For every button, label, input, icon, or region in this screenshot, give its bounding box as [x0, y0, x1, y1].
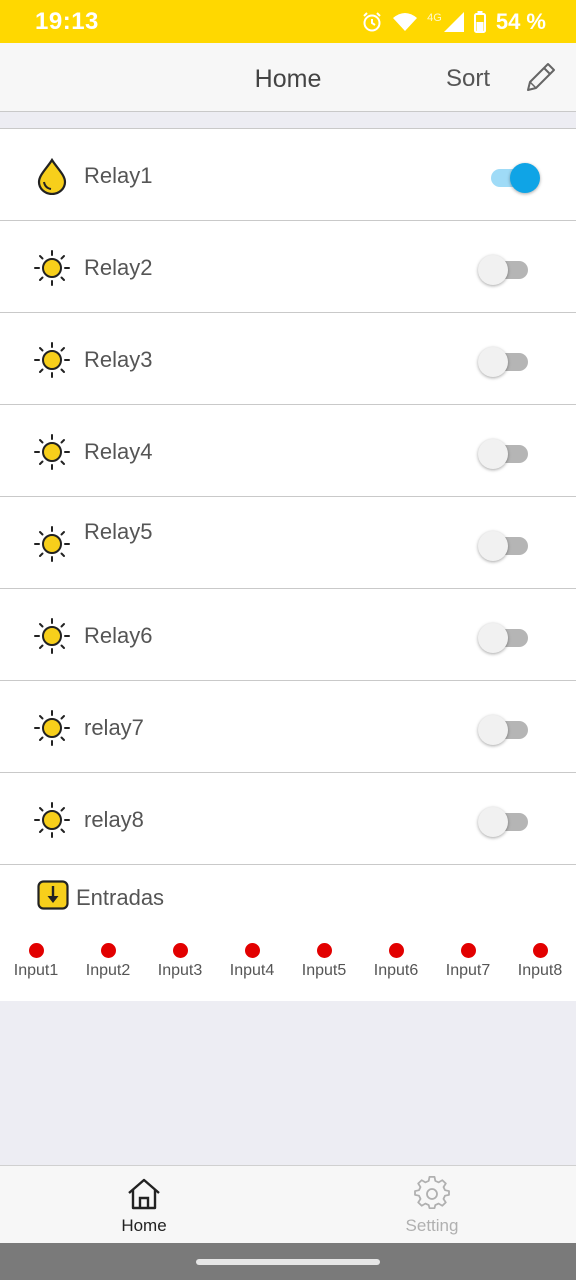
relay-row-3: Relay3: [0, 313, 576, 405]
bottom-tab-bar: Home Setting: [0, 1165, 576, 1243]
tab-label: Home: [121, 1216, 167, 1235]
relay-toggle[interactable]: [478, 347, 542, 377]
inputs-title: Entradas: [76, 885, 165, 910]
sun-icon: [34, 434, 70, 470]
relay-toggle[interactable]: [478, 255, 542, 285]
relay-toggle[interactable]: [478, 623, 542, 653]
water-drop-icon: [37, 157, 67, 195]
relay-row-6: Relay6: [0, 589, 576, 681]
status-bar: 19:13 4G 54 %: [0, 0, 576, 43]
relay-toggle[interactable]: [478, 807, 542, 837]
arrow-down-box-icon: [37, 880, 69, 910]
system-nav-bar: [0, 1243, 576, 1280]
home-icon: [128, 1178, 160, 1210]
sun-icon: [34, 710, 70, 746]
top-app-bar: Home Sort: [0, 43, 576, 112]
input-indicator-3: Input3: [144, 943, 216, 980]
relay-label: Relay5: [84, 519, 153, 544]
sun-icon: [34, 342, 70, 378]
relay-row-5: Relay5: [0, 497, 576, 589]
relay-toggle[interactable]: [478, 715, 542, 745]
input-status-dot: [460, 943, 476, 958]
network-type: 4G: [427, 12, 442, 24]
relay-row-7: relay7: [0, 681, 576, 773]
relay-row-1: Relay1: [0, 129, 576, 221]
signal-icon: [443, 12, 464, 32]
input-label: Input6: [373, 962, 419, 979]
alarm-icon: [361, 11, 383, 33]
wifi-icon: [393, 12, 418, 32]
gesture-home-handle[interactable]: [196, 1259, 380, 1265]
sun-icon: [34, 526, 70, 562]
relay-toggle[interactable]: [478, 531, 542, 561]
sun-icon: [34, 618, 70, 654]
battery-icon: [473, 11, 486, 33]
tab-setting[interactable]: Setting: [288, 1166, 576, 1244]
relay-label: relay7: [84, 715, 144, 740]
relay-label: Relay6: [84, 623, 153, 648]
input-status-dot: [28, 943, 44, 958]
relay-label: Relay4: [84, 439, 153, 464]
inputs-section: Entradas Input1 Input2 Input3 Input4 Inp…: [0, 865, 576, 1001]
input-label: Input3: [157, 962, 203, 979]
relay-label: Relay2: [84, 255, 153, 280]
input-indicator-2: Input2: [72, 943, 144, 980]
sun-icon: [34, 250, 70, 286]
input-indicator-7: Input7: [432, 943, 504, 980]
gear-icon: [414, 1176, 450, 1210]
input-indicator-4: Input4: [216, 943, 288, 980]
relay-toggle[interactable]: [478, 439, 542, 469]
pencil-icon[interactable]: [522, 60, 558, 96]
input-indicator-5: Input5: [288, 943, 360, 980]
relay-label: Relay3: [84, 347, 153, 372]
input-label: Input7: [445, 962, 491, 979]
relay-list: Relay1 Relay2 Relay3 Relay4 Relay5 Relay…: [0, 128, 576, 865]
relay-row-2: Relay2: [0, 221, 576, 313]
input-label: Input5: [301, 962, 347, 979]
tab-home[interactable]: Home: [0, 1166, 288, 1244]
relay-row-8: relay8: [0, 773, 576, 865]
input-status-dot: [100, 943, 116, 958]
input-label: Input4: [229, 962, 275, 979]
input-indicator-6: Input6: [360, 943, 432, 980]
input-status-dot: [388, 943, 404, 958]
input-indicator-8: Input8: [504, 943, 576, 980]
input-label: Input1: [13, 962, 59, 979]
status-time: 19:13: [35, 8, 99, 35]
input-status-dot: [244, 943, 260, 958]
relay-label: relay8: [84, 807, 144, 832]
status-icons: 4G 54 %: [361, 8, 546, 36]
input-status-dot: [316, 943, 332, 958]
sort-button[interactable]: Sort: [446, 65, 490, 93]
relay-row-4: Relay4: [0, 405, 576, 497]
sun-icon: [34, 802, 70, 838]
relay-toggle[interactable]: [478, 163, 542, 193]
input-indicator-1: Input1: [0, 943, 72, 980]
tab-label: Setting: [405, 1216, 459, 1235]
input-status-dot: [532, 943, 548, 958]
relay-label: Relay1: [84, 163, 153, 188]
battery-percent: 54 %: [495, 9, 546, 34]
input-label: Input2: [85, 962, 131, 979]
input-label: Input8: [517, 962, 563, 979]
input-status-dot: [172, 943, 188, 958]
